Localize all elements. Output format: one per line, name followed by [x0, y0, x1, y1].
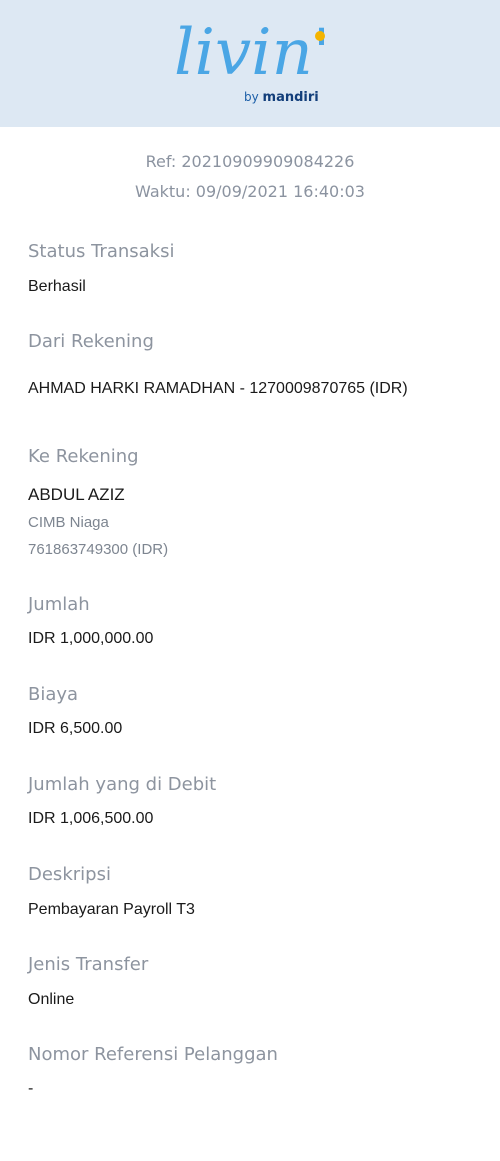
debit-amount-value: IDR 1,006,500.00	[28, 810, 154, 827]
logo-accent-dot	[315, 31, 325, 41]
fee-label: Biaya	[28, 684, 79, 705]
to-account-number: 761863749300 (IDR)	[28, 541, 169, 558]
by-mandiri-label: by mandiri	[244, 90, 319, 105]
logo-wordmark: livin'	[174, 16, 330, 90]
amount-value: IDR 1,000,000.00	[28, 630, 154, 647]
description-label: Deskripsi	[28, 864, 111, 885]
transfer-type-label: Jenis Transfer	[28, 954, 149, 975]
amount-label: Jumlah	[28, 594, 90, 615]
from-account-value: AHMAD HARKI RAMADHAN - 1270009870765 (ID…	[28, 380, 408, 397]
transfer-type-value: Online	[28, 991, 75, 1008]
transaction-time: Waktu: 09/09/2021 16:40:03	[135, 182, 365, 201]
status-value: Berhasil	[28, 278, 86, 295]
customer-reference-value: -	[28, 1080, 34, 1097]
by-text: by	[244, 90, 259, 104]
to-account-label: Ke Rekening	[28, 446, 139, 467]
fee-value: IDR 6,500.00	[28, 720, 123, 737]
debit-amount-label: Jumlah yang di Debit	[28, 774, 217, 795]
from-account-label: Dari Rekening	[28, 331, 154, 352]
header-banner: livin' by mandiri	[0, 0, 500, 127]
to-account-name: ABDUL AZIZ	[28, 485, 125, 504]
description-value: Pembayaran Payroll T3	[28, 901, 195, 918]
livin-logo-icon: livin'	[174, 16, 330, 90]
reference-number: Ref: 20210909909084226	[145, 152, 355, 171]
status-label: Status Transaksi	[28, 241, 175, 262]
bank-name: mandiri	[262, 90, 319, 105]
to-account-bank: CIMB Niaga	[28, 514, 109, 531]
customer-reference-label: Nomor Referensi Pelanggan	[28, 1044, 278, 1065]
